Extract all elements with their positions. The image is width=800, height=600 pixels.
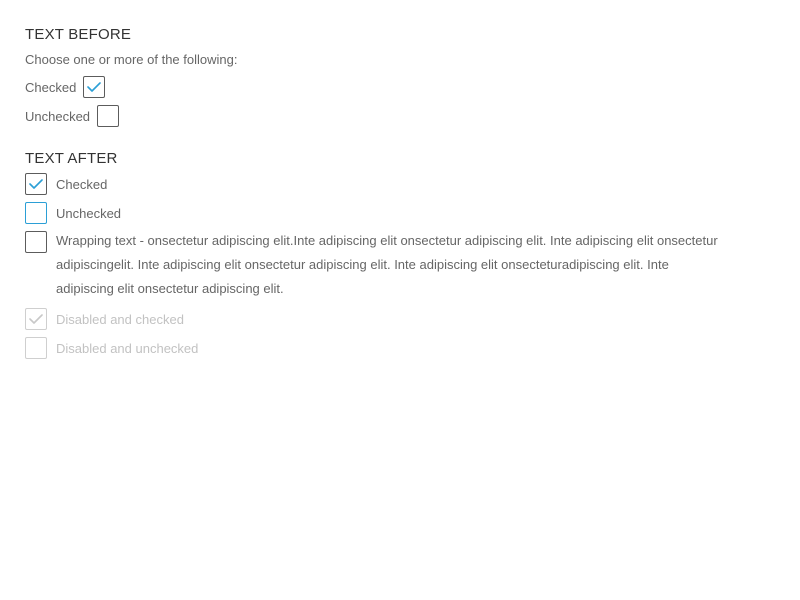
checkbox-disabled-unchecked [25, 337, 47, 359]
checkbox-label: Checked [25, 80, 77, 95]
instructions-text: Choose one or more of the following: [25, 52, 238, 67]
checkbox-row-after-checked[interactable]: Checked [25, 173, 107, 197]
checkbox-label: Disabled and checked [56, 312, 184, 327]
checkbox-demo-page: TEXT BEFORE Choose one or more of the fo… [0, 0, 800, 600]
checkbox-before-unchecked[interactable] [97, 105, 120, 127]
checkmark-icon [87, 82, 102, 92]
checkbox-label: Unchecked [25, 109, 91, 124]
checkbox-label: Unchecked [56, 206, 122, 221]
checkbox-after-unchecked[interactable] [25, 202, 47, 224]
checkbox-wrapping-text[interactable] [25, 231, 47, 253]
checkbox-label: Checked [56, 177, 108, 192]
checkbox-row-disabled-checked: Disabled and checked [25, 308, 184, 332]
checkbox-label: Disabled and unchecked [56, 341, 199, 356]
text-after-heading: TEXT AFTER [25, 150, 118, 167]
checkmark-icon [29, 179, 43, 189]
checkbox-before-checked[interactable] [83, 76, 106, 98]
checkmark-icon [29, 314, 43, 324]
checkbox-row-disabled-unchecked: Disabled and unchecked [25, 337, 198, 361]
checkbox-row-after-unchecked[interactable]: Unchecked [25, 202, 121, 226]
checkbox-after-checked[interactable] [25, 173, 47, 195]
text-before-heading: TEXT BEFORE [25, 26, 132, 43]
checkbox-row-before-checked[interactable]: Checked [25, 76, 106, 100]
checkbox-disabled-checked [25, 308, 47, 330]
checkbox-label-wrapping: Wrapping text - onsectetur adipiscing el… [56, 233, 718, 296]
checkbox-row-wrapping-text[interactable]: Wrapping text - onsectetur adipiscing el… [25, 231, 726, 301]
checkbox-row-before-unchecked[interactable]: Unchecked [25, 105, 120, 129]
